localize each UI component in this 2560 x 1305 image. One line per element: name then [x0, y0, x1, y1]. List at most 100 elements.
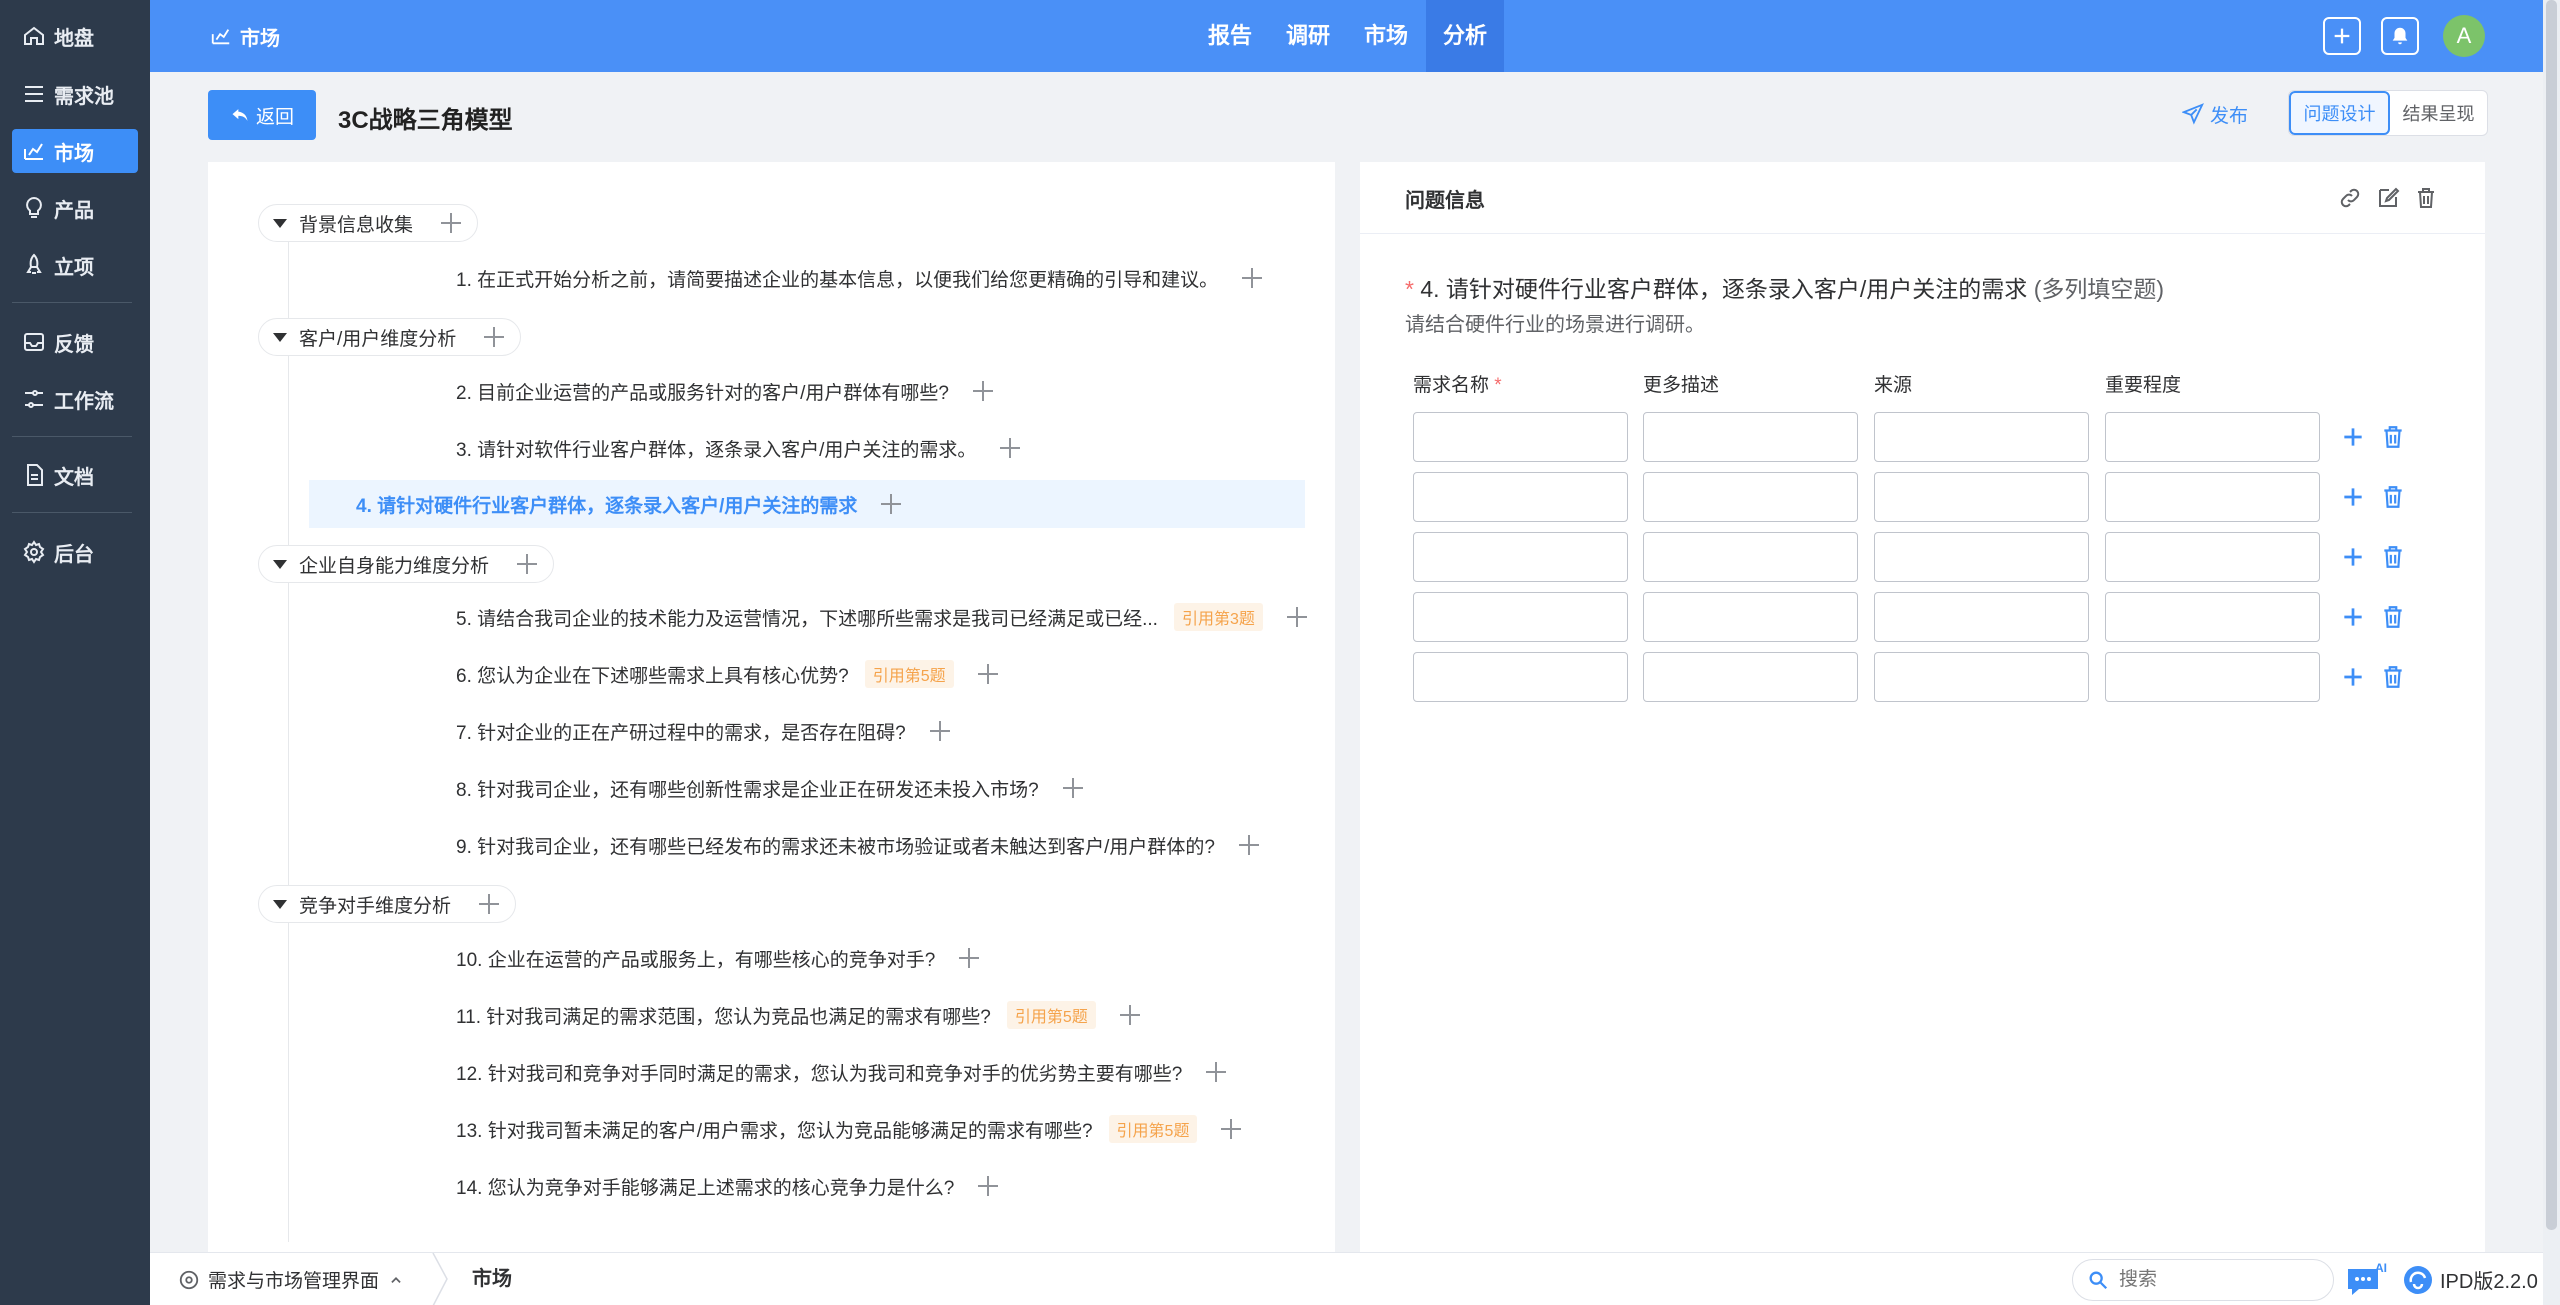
grid-cell-input[interactable] — [2105, 652, 2320, 702]
grid-cell-input[interactable] — [1643, 652, 1858, 702]
tree-question-active[interactable]: 4. 请针对硬件行业客户群体，逐条录入客户/用户关注的需求 — [309, 480, 1305, 528]
collapse-caret-icon[interactable] — [273, 559, 287, 569]
add-row-icon[interactable] — [2340, 424, 2366, 450]
trash-icon[interactable] — [2414, 186, 2438, 210]
add-question-icon[interactable] — [929, 721, 950, 741]
search-input[interactable] — [2119, 1269, 2319, 1291]
add-question-icon[interactable] — [1221, 1119, 1242, 1139]
tree-question[interactable]: 3. 请针对软件行业客户群体，逐条录入客户/用户关注的需求。 — [308, 424, 1021, 472]
mode-question-design[interactable]: 问题设计 — [2289, 91, 2390, 135]
tab-analysis[interactable]: 分析 — [1426, 0, 1504, 72]
grid-cell-input[interactable] — [2105, 472, 2320, 522]
add-row-icon[interactable] — [2340, 604, 2366, 630]
sidebar-item-feedback[interactable]: 反馈 — [12, 320, 138, 364]
grid-cell-input[interactable] — [1874, 532, 2089, 582]
collapse-caret-icon[interactable] — [273, 332, 287, 342]
grid-cell-input[interactable] — [1643, 412, 1858, 462]
grid-cell-input[interactable] — [1413, 592, 1628, 642]
sidebar-item-workflow[interactable]: 工作流 — [12, 377, 138, 421]
add-question-icon[interactable] — [959, 948, 980, 968]
grid-cell-input[interactable] — [1874, 652, 2089, 702]
add-question-icon[interactable] — [972, 381, 993, 401]
add-question-icon[interactable] — [1238, 835, 1259, 855]
tree-question[interactable]: 5. 请结合我司企业的技术能力及运营情况，下述哪所些需求是我司已经满足或已经..… — [308, 593, 1307, 641]
add-question-icon[interactable] — [1119, 1005, 1140, 1025]
scrollbar-thumb[interactable] — [2546, 0, 2557, 1230]
question-label: 12. 针对我司和竞争对手同时满足的需求，您认为我司和竞争对手的优劣势主要有哪些… — [456, 1063, 1183, 1085]
link-icon[interactable] — [2338, 186, 2362, 210]
add-question-icon[interactable] — [479, 894, 500, 914]
grid-cell-input[interactable] — [1413, 532, 1628, 582]
tree-question[interactable]: 2. 目前企业运营的产品或服务针对的客户/用户群体有哪些? — [308, 367, 993, 415]
tree-question[interactable]: 8. 针对我司企业，还有哪些创新性需求是企业正在研发还未投入市场? — [308, 764, 1083, 812]
tree-question[interactable]: 13. 针对我司暂未满足的客户/用户需求，您认为竞品能够满足的需求有哪些? 引用… — [308, 1105, 1242, 1153]
delete-row-icon[interactable] — [2380, 664, 2406, 690]
add-question-icon[interactable] — [441, 213, 462, 233]
delete-row-icon[interactable] — [2380, 544, 2406, 570]
tree-question[interactable]: 7. 针对企业的正在产研过程中的需求，是否存在阻碍? — [308, 707, 950, 755]
add-question-icon[interactable] — [881, 494, 902, 514]
tab-market[interactable]: 市场 — [1354, 0, 1418, 72]
sidebar-item-admin[interactable]: 后台 — [12, 530, 138, 574]
grid-cell-input[interactable] — [1874, 472, 2089, 522]
add-question-icon[interactable] — [517, 554, 538, 574]
add-question-icon[interactable] — [1206, 1062, 1227, 1082]
add-question-icon[interactable] — [977, 664, 998, 684]
sidebar-item-project[interactable]: 立项 — [12, 243, 138, 287]
sidebar-item-requirements[interactable]: 需求池 — [12, 72, 138, 116]
delete-row-icon[interactable] — [2380, 424, 2406, 450]
tab-research[interactable]: 调研 — [1276, 0, 1340, 72]
grid-cell-input[interactable] — [1874, 412, 2089, 462]
grid-cell-input[interactable] — [2105, 532, 2320, 582]
collapse-caret-icon[interactable] — [273, 218, 287, 228]
page-scrollbar[interactable] — [2543, 0, 2560, 1305]
collapse-caret-icon[interactable] — [273, 899, 287, 909]
delete-row-icon[interactable] — [2380, 604, 2406, 630]
grid-cell-input[interactable] — [1413, 652, 1628, 702]
tree-question[interactable]: 1. 在正式开始分析之前，请简要描述企业的基本信息，以便我们给您更精确的引导和建… — [308, 254, 1263, 302]
add-question-icon[interactable] — [484, 327, 505, 347]
app-switcher[interactable]: 需求与市场管理界面 — [178, 1253, 411, 1305]
grid-cell-input[interactable] — [2105, 412, 2320, 462]
tree-group[interactable]: 企业自身能力维度分析 — [258, 545, 555, 583]
publish-button[interactable]: 发布 — [2182, 98, 2248, 130]
mode-result-view[interactable]: 结果呈现 — [2390, 91, 2487, 135]
tree-question[interactable]: 10. 企业在运营的产品或服务上，有哪些核心的竞争对手? — [308, 934, 980, 982]
grid-cell-input[interactable] — [1413, 472, 1628, 522]
avatar[interactable]: A — [2443, 15, 2485, 57]
ai-assistant-icon[interactable]: AI — [2345, 1261, 2389, 1299]
search-box[interactable] — [2072, 1259, 2334, 1301]
add-question-icon[interactable] — [1000, 438, 1021, 458]
tree-question[interactable]: 9. 针对我司企业，还有哪些已经发布的需求还未被市场验证或者未触达到客户/用户群… — [308, 821, 1259, 869]
add-question-icon[interactable] — [1062, 778, 1083, 798]
grid-cell-input[interactable] — [1413, 412, 1628, 462]
sidebar-item-product[interactable]: 产品 — [12, 186, 138, 230]
grid-cell-input[interactable] — [1643, 472, 1858, 522]
add-question-icon[interactable] — [978, 1176, 999, 1196]
tab-report[interactable]: 报告 — [1198, 0, 1262, 72]
sidebar-item-market[interactable]: 市场 — [12, 129, 138, 173]
add-row-icon[interactable] — [2340, 484, 2366, 510]
grid-cell-input[interactable] — [1874, 592, 2089, 642]
tree-question[interactable]: 14. 您认为竞争对手能够满足上述需求的核心竞争力是什么? — [308, 1162, 999, 1210]
tree-question[interactable]: 12. 针对我司和竞争对手同时满足的需求，您认为我司和竞争对手的优劣势主要有哪些… — [308, 1048, 1227, 1096]
grid-cell-input[interactable] — [1643, 532, 1858, 582]
add-row-icon[interactable] — [2340, 544, 2366, 570]
sidebar-item-home[interactable]: 地盘 — [12, 14, 138, 58]
delete-row-icon[interactable] — [2380, 484, 2406, 510]
tree-group[interactable]: 竞争对手维度分析 — [258, 885, 517, 923]
grid-cell-input[interactable] — [1643, 592, 1858, 642]
sidebar-item-docs[interactable]: 文档 — [12, 453, 138, 497]
add-question-icon[interactable] — [1286, 607, 1307, 627]
notification-button[interactable] — [2381, 17, 2419, 55]
tree-group[interactable]: 背景信息收集 — [258, 204, 479, 242]
tree-group[interactable]: 客户/用户维度分析 — [258, 318, 522, 356]
back-button[interactable]: 返回 — [208, 90, 316, 140]
add-row-icon[interactable] — [2340, 664, 2366, 690]
add-button[interactable] — [2323, 17, 2361, 55]
add-question-icon[interactable] — [1242, 268, 1263, 288]
edit-icon[interactable] — [2376, 186, 2400, 210]
grid-cell-input[interactable] — [2105, 592, 2320, 642]
tree-question[interactable]: 11. 针对我司满足的需求范围，您认为竞品也满足的需求有哪些? 引用第5题 — [308, 991, 1140, 1039]
tree-question[interactable]: 6. 您认为企业在下述哪些需求上具有核心优势? 引用第5题 — [308, 650, 998, 698]
